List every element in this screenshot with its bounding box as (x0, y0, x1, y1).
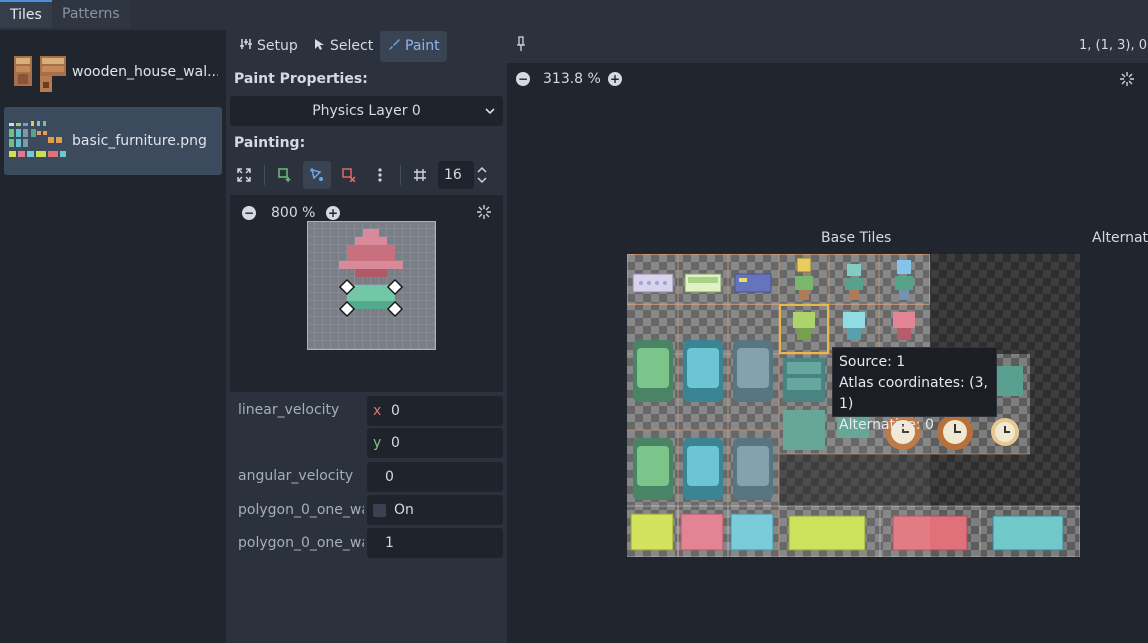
mode-label: Select (330, 38, 374, 54)
minus-icon: − (517, 72, 529, 86)
add-polygon-button[interactable] (271, 161, 299, 189)
more-options-button[interactable] (366, 161, 394, 189)
chevron-down-icon (485, 96, 495, 127)
atlas-zoom-label: 313.8 % (543, 71, 601, 87)
center-view-button[interactable] (477, 205, 491, 223)
paint-layer-dropdown[interactable]: Physics Layer 0 (230, 96, 503, 126)
grid-snap-button[interactable] (406, 161, 434, 189)
checkbox-label: On (394, 502, 414, 518)
center-icon (1120, 72, 1134, 86)
expand-icon (237, 168, 251, 182)
snap-subdivision-spinbox[interactable]: 16 (438, 161, 474, 189)
tooltip-atlas-coords: Atlas coordinates: (3, 1) (839, 375, 988, 412)
atlas-source-list: wooden_house_wal... basic_furniture.png (0, 30, 226, 643)
linear-velocity-x-value: 0 (391, 403, 400, 419)
toolbar-separator (264, 165, 265, 185)
atlas-toolbar (507, 30, 1148, 63)
tileset-thumbnail (9, 121, 66, 157)
plus-icon: + (327, 206, 339, 220)
polygon-add-icon (278, 168, 291, 182)
one-way-margin-label: polygon_0_one_wa (238, 535, 364, 551)
angular-velocity-field[interactable]: 0 (367, 462, 503, 492)
atlas-zoom-in-button[interactable]: + (608, 72, 622, 86)
preview-zoom-label: 800 % (271, 205, 316, 221)
tooltip-alternative: Alternative: 0 (839, 417, 934, 433)
center-icon (477, 205, 491, 219)
tile-info-tooltip: Source: 1 Atlas coordinates: (3, 1) Alte… (832, 347, 997, 433)
source-name: basic_furniture.png (72, 133, 207, 149)
remove-polygon-button[interactable] (335, 161, 363, 189)
tab-tiles[interactable]: Tiles (0, 0, 52, 28)
mode-select-button[interactable]: Select (305, 31, 380, 62)
angular-velocity-value: 0 (385, 469, 394, 485)
brush-icon (387, 31, 401, 62)
mode-label: Setup (257, 38, 298, 54)
tooltip-source: Source: 1 (839, 354, 906, 370)
tileset-thumbnail (14, 56, 66, 92)
x-axis-label: x (373, 403, 382, 419)
tab-patterns[interactable]: Patterns (52, 0, 130, 28)
cursor-icon (312, 31, 326, 62)
setup-icon (239, 31, 253, 62)
plus-icon: + (609, 72, 621, 86)
grid-snap-icon (414, 169, 426, 181)
mode-setup-button[interactable]: Setup (232, 31, 305, 62)
polygon-remove-icon (342, 168, 356, 182)
painting-title: Painting: (234, 135, 306, 151)
paint-layer-value: Physics Layer 0 (312, 103, 421, 119)
base-tiles-label: Base Tiles (821, 230, 892, 246)
alternative-tiles-label: Alternat (1092, 230, 1148, 246)
toolbar-separator (400, 165, 401, 185)
zoom-in-button[interactable]: + (326, 206, 340, 220)
source-name: wooden_house_wal... (72, 64, 218, 80)
minus-icon: − (243, 206, 255, 220)
checkbox-box (373, 503, 386, 517)
expand-editor-button[interactable] (230, 161, 258, 189)
source-item-basic-furniture[interactable]: basic_furniture.png (4, 107, 222, 175)
one-way-checkbox[interactable]: On (367, 495, 503, 525)
angular-velocity-label: angular_velocity (238, 468, 354, 484)
linear-velocity-y-value: 0 (391, 435, 400, 451)
spin-arrows-icon[interactable] (476, 165, 488, 189)
one-way-label: polygon_0_one_wa (238, 502, 364, 518)
atlas-coords-readout: 1, (1, 3), 0 (1079, 38, 1148, 53)
snap-value: 16 (444, 167, 462, 183)
atlas-zoom-out-button[interactable]: − (516, 72, 530, 86)
source-item-wooden-house[interactable]: wooden_house_wal... (4, 38, 222, 106)
tile-preview-canvas[interactable] (307, 221, 436, 350)
edit-polygon-button[interactable] (303, 161, 331, 189)
mode-paint-button[interactable]: Paint (380, 31, 447, 62)
pin-icon[interactable] (516, 36, 526, 56)
linear-velocity-y-field[interactable]: y 0 (367, 428, 503, 458)
one-way-margin-value: 1 (385, 535, 394, 551)
polygon-edit-icon (310, 168, 323, 181)
zoom-out-button[interactable]: − (242, 206, 256, 220)
linear-velocity-label: linear_velocity (238, 402, 340, 418)
linear-velocity-x-field[interactable]: x 0 (367, 396, 503, 426)
mode-label: Paint (405, 38, 440, 54)
kebab-menu-icon (378, 168, 382, 182)
y-axis-label: y (373, 435, 382, 451)
atlas-center-view-button[interactable] (1120, 72, 1134, 90)
paint-properties-title: Paint Properties: (234, 71, 368, 87)
one-way-margin-field[interactable]: 1 (367, 528, 503, 558)
